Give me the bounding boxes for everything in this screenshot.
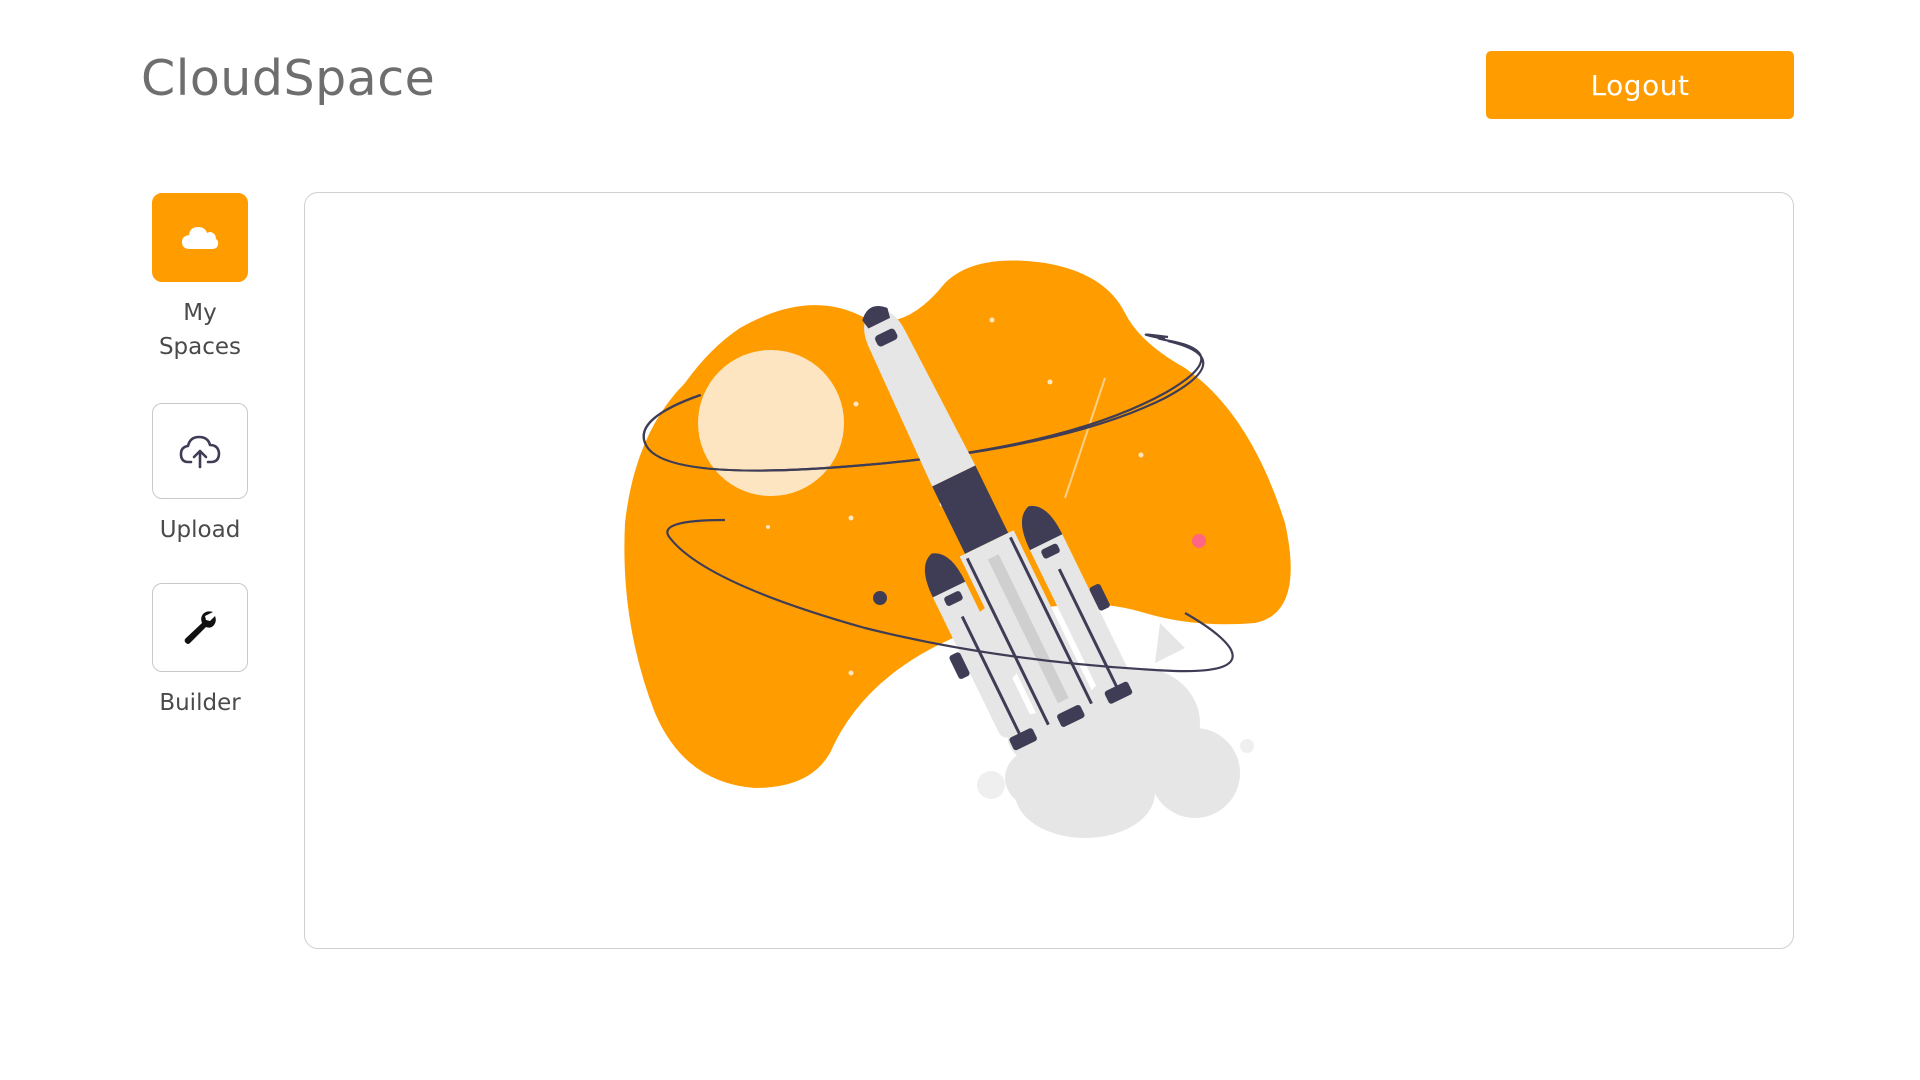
wrench-icon: [184, 610, 216, 644]
main-panel: [304, 192, 1794, 949]
builder-tile[interactable]: [152, 583, 248, 672]
sidebar-item-label: Upload: [159, 517, 241, 543]
cloud-icon: [182, 226, 219, 249]
cloud-upload-icon: [179, 435, 221, 469]
sidebar: My Spaces Upload Builder: [140, 193, 260, 720]
rocket-launch-illustration: [624, 260, 1291, 838]
sidebar-item-my-spaces[interactable]: My Spaces: [140, 193, 260, 403]
app-root: CloudSpace Logout My Spaces Upload Build…: [0, 0, 1920, 1080]
planet-shape: [698, 350, 844, 496]
upload-tile[interactable]: [152, 403, 248, 499]
brand-title: CloudSpace: [141, 50, 436, 107]
logout-button[interactable]: Logout: [1486, 51, 1794, 119]
sidebar-item-builder[interactable]: Builder: [140, 583, 260, 720]
sidebar-item-label: My Spaces: [158, 300, 242, 360]
my-spaces-tile[interactable]: [152, 193, 248, 282]
sidebar-item-upload[interactable]: Upload: [140, 403, 260, 583]
sidebar-item-label: Builder: [159, 690, 241, 716]
